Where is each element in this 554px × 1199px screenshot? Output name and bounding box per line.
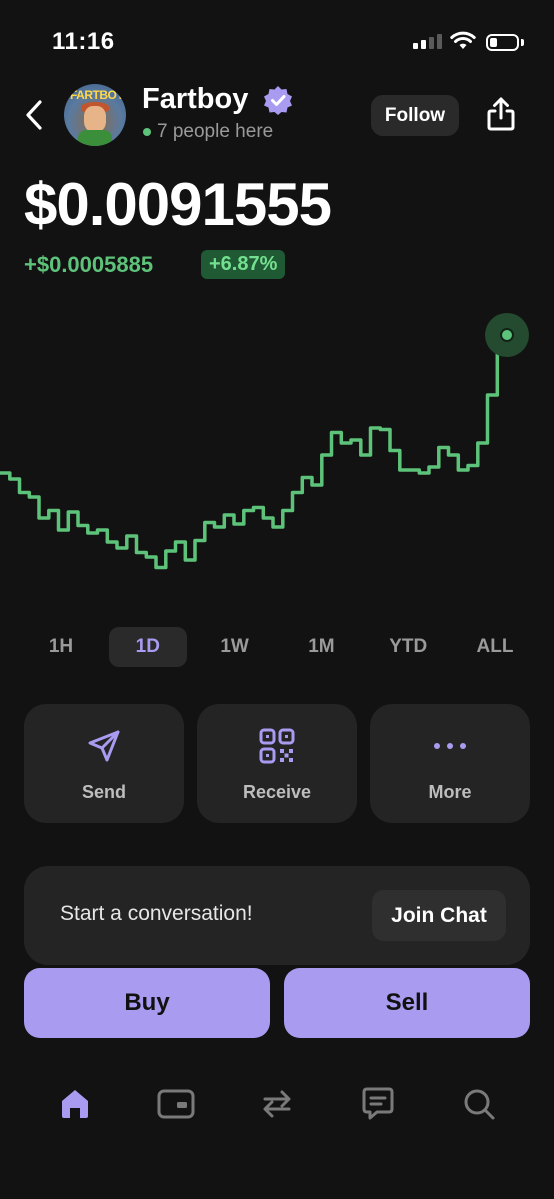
tab-swap[interactable] <box>257 1084 297 1124</box>
more-label: More <box>428 782 472 802</box>
tab-chat[interactable] <box>358 1084 398 1124</box>
wifi-icon <box>450 31 476 49</box>
tab-wallet[interactable] <box>156 1084 196 1124</box>
join-chat-button[interactable]: Join Chat <box>372 890 506 941</box>
home-icon <box>62 1090 88 1118</box>
send-label: Send <box>81 782 126 802</box>
wallet-icon <box>157 1089 195 1119</box>
more-dots-icon <box>434 743 466 749</box>
range-tab-1m[interactable]: 1M <box>282 627 360 667</box>
current-price-point <box>500 328 514 342</box>
qr-code-icon <box>259 728 295 764</box>
online-indicator <box>143 128 151 136</box>
tab-search[interactable] <box>459 1084 499 1124</box>
price-change: +$0.0005885 <box>24 252 154 277</box>
verified-badge-icon <box>264 86 292 115</box>
share-icon[interactable] <box>486 96 516 132</box>
range-tab-1d[interactable]: 1D <box>108 627 187 667</box>
range-tab-all[interactable]: ALL <box>456 627 534 667</box>
chat-prompt-text: Start a conversation! <box>60 902 253 925</box>
back-chevron-icon[interactable] <box>22 98 48 132</box>
price-chart[interactable] <box>0 300 554 600</box>
battery-icon <box>486 34 519 51</box>
send-icon <box>88 730 120 762</box>
status-time: 11:16 <box>52 28 115 55</box>
battery-tip <box>521 39 524 46</box>
token-name: Fartboy <box>142 83 249 115</box>
follow-button[interactable]: Follow <box>371 95 459 136</box>
chat-prompt-card: Start a conversation! Join Chat <box>24 866 530 965</box>
search-icon <box>464 1089 495 1120</box>
time-range-selector: 1H 1D 1W 1M YTD ALL <box>22 627 534 667</box>
range-tab-1w[interactable]: 1W <box>196 627 274 667</box>
avatar-text: FARTBOY <box>70 88 124 102</box>
cellular-signal-icon <box>413 34 442 49</box>
more-button[interactable]: More <box>370 704 530 823</box>
token-avatar: FARTBOY <box>64 84 126 146</box>
receive-button[interactable]: Receive <box>197 704 357 823</box>
sell-button[interactable]: Sell <box>284 968 530 1038</box>
online-count: 7 people here <box>157 121 274 142</box>
buy-button[interactable]: Buy <box>24 968 270 1038</box>
price-line <box>0 335 509 570</box>
price-change-badge: +6.87% <box>201 250 286 279</box>
chat-icon <box>362 1087 394 1120</box>
send-button[interactable]: Send <box>24 704 184 823</box>
receive-label: Receive <box>242 782 312 802</box>
range-tab-ytd[interactable]: YTD <box>369 627 447 667</box>
price-value: $0.0091555 <box>24 171 332 238</box>
range-tab-1h[interactable]: 1H <box>22 627 100 667</box>
swap-icon <box>263 1090 291 1118</box>
tab-home[interactable] <box>55 1084 95 1124</box>
